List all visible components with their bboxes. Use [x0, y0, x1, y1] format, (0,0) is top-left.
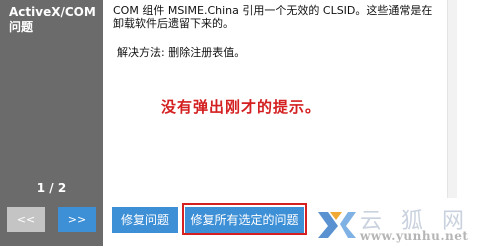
next-page-button[interactable]: >>: [58, 207, 96, 232]
watermark-url: www.yunhu.net: [360, 229, 469, 243]
sidebar-title: ActiveX/COM 问题: [9, 5, 96, 34]
annotation-text: 没有弹出刚才的提示。: [161, 98, 322, 116]
prev-page-button[interactable]: <<: [7, 207, 45, 232]
sidebar: ActiveX/COM 问题 1 / 2 << >>: [0, 0, 103, 246]
yunhu-logo-icon: [318, 212, 356, 238]
issue-description: COM 组件 MSIME.China 引用一个无效的 CLSID。这些通常是在卸…: [113, 4, 433, 30]
scrollbar[interactable]: [447, 0, 457, 198]
page-counter: 1 / 2: [36, 181, 67, 195]
fix-issue-button[interactable]: 修复问题: [112, 207, 178, 233]
fix-all-selected-button[interactable]: 修复所有选定的问题: [185, 207, 304, 233]
solution-text: 解决方法: 删除注册表值。: [117, 46, 246, 59]
